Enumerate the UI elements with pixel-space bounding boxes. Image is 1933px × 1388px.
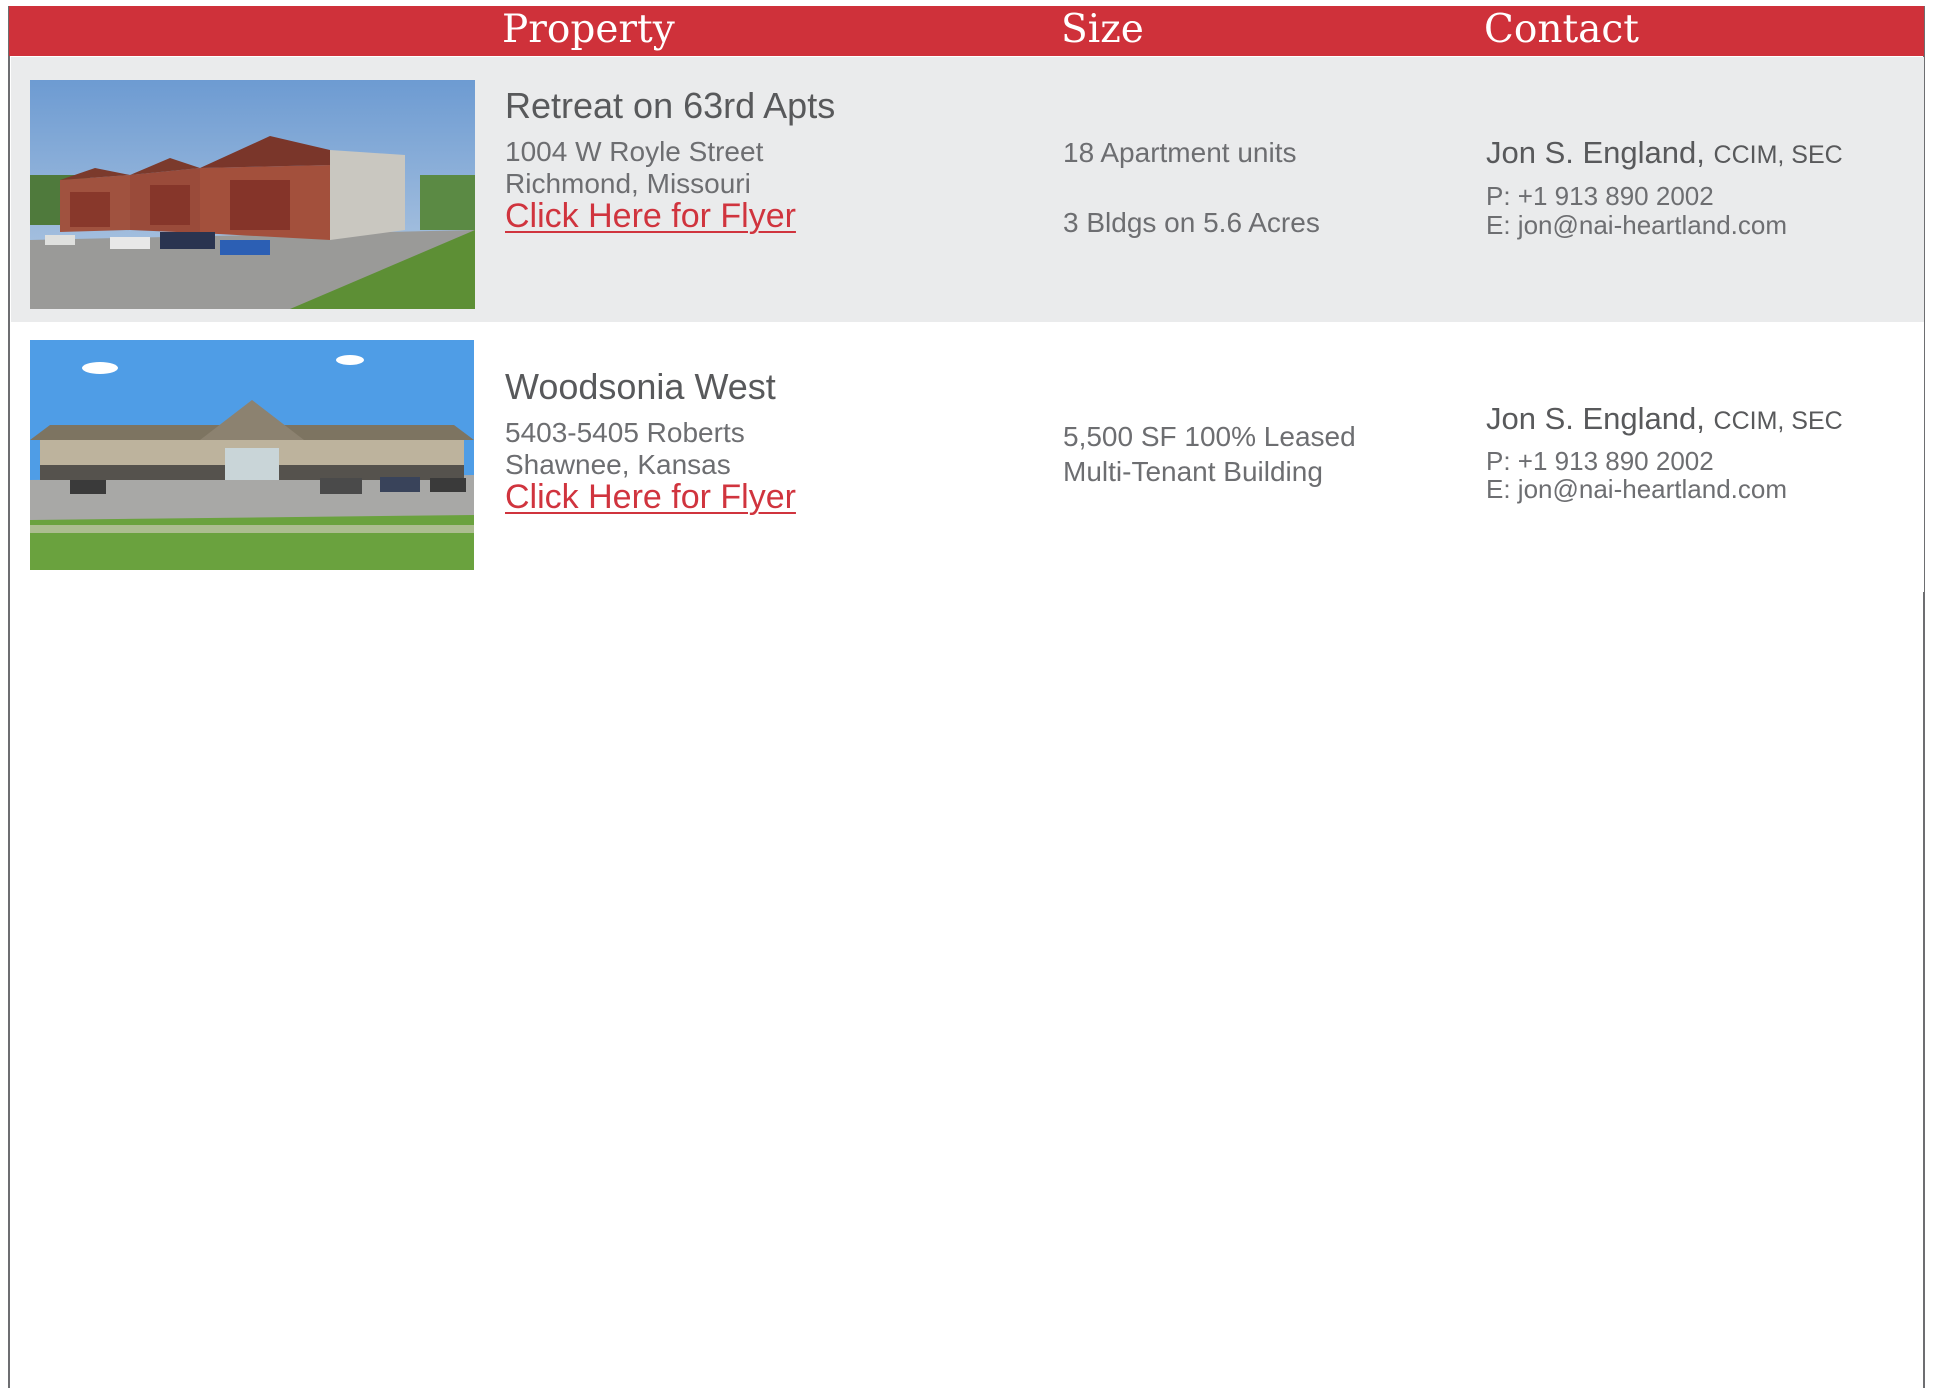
listing-row: Retreat on 63rd Apts 1004 W Royle Street… xyxy=(11,57,1924,322)
contact-email: E: jon@nai-heartland.com xyxy=(1486,210,1787,240)
property-address-line1: 5403-5405 Roberts xyxy=(505,417,745,448)
listing-row: Woodsonia West 5403-5405 Roberts Shawnee… xyxy=(11,322,1924,592)
property-name: Retreat on 63rd Apts xyxy=(505,85,836,126)
contact-email: E: jon@nai-heartland.com xyxy=(1486,474,1787,504)
property-address-line1: 1004 W Royle Street xyxy=(505,136,764,167)
size-line2: 3 Bldgs on 5.6 Acres xyxy=(1063,207,1320,238)
size-line1: 5,500 SF 100% Leased xyxy=(1063,421,1356,452)
property-address-line2: Richmond, Missouri xyxy=(505,168,751,199)
size-line2: Multi-Tenant Building xyxy=(1063,456,1323,487)
contact-credentials: CCIM, SEC xyxy=(1713,141,1843,169)
header-contact: Contact xyxy=(1484,7,1639,52)
contact-phone: P: +1 913 890 2002 xyxy=(1486,181,1714,211)
contact-name-text: Jon S. England, xyxy=(1486,401,1705,436)
property-address-line2: Shawnee, Kansas xyxy=(505,449,731,480)
flyer-link[interactable]: Click Here for Flyer xyxy=(505,478,796,517)
size-line1: 18 Apartment units xyxy=(1063,137,1297,168)
flyer-link[interactable]: Click Here for Flyer xyxy=(505,197,796,236)
header-size: Size xyxy=(1061,7,1144,52)
property-photo-office xyxy=(30,340,474,570)
contact-phone: P: +1 913 890 2002 xyxy=(1486,446,1714,476)
table-header: Property Size Contact xyxy=(9,6,1924,56)
contact-name: Jon S. England, CCIM, SEC xyxy=(1486,401,1843,437)
property-photo-apartments xyxy=(30,80,475,309)
contact-name-text: Jon S. England, xyxy=(1486,135,1705,170)
contact-credentials: CCIM, SEC xyxy=(1713,407,1843,435)
contact-name: Jon S. England, CCIM, SEC xyxy=(1486,135,1843,171)
property-name: Woodsonia West xyxy=(505,366,776,407)
header-property: Property xyxy=(502,7,675,52)
